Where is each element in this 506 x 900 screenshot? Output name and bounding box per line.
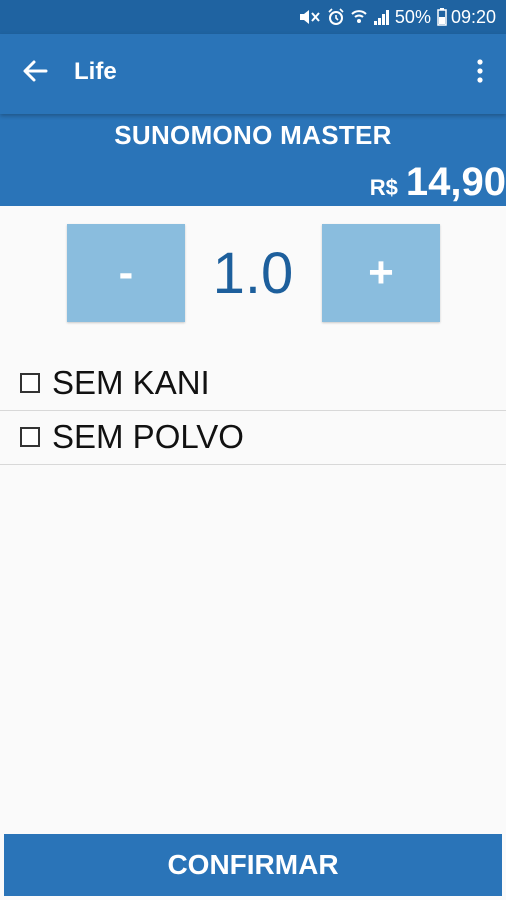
checkbox-sem-polvo[interactable] [20,427,40,447]
product-name: SUNOMONO MASTER [114,120,392,150]
option-row-sem-kani[interactable]: SEM KANI [0,356,506,411]
checkbox-sem-kani[interactable] [20,373,40,393]
status-bar: 50% 09:20 [0,0,506,34]
price-value: 14,90 [405,160,506,204]
battery-percent: 50% [394,6,431,27]
back-button[interactable] [18,56,52,90]
option-label: SEM KANI [52,364,210,401]
increase-quantity-button[interactable]: + [322,224,440,322]
price-currency: R$ [369,175,398,200]
decrease-quantity-button[interactable]: - [67,224,185,322]
signal-icon [373,9,391,25]
price: R$ 14,90 [370,160,506,205]
clock: 09:20 [450,6,496,27]
option-row-sem-polvo[interactable]: SEM POLVO [0,410,506,465]
product-header: SUNOMONO MASTER R$ 14,90 [0,114,506,206]
overflow-menu-button[interactable] [468,56,492,90]
wifi-icon [351,9,367,25]
mute-icon [299,9,321,25]
app-bar: Life [0,34,506,114]
back-arrow-icon [22,59,48,88]
battery-icon [437,8,447,26]
quantity-value: 1.0 [212,240,294,306]
app-title: Life [74,58,117,85]
confirm-button[interactable]: CONFIRMAR [4,834,502,896]
alarm-icon [327,8,345,26]
more-vert-icon [477,58,483,88]
option-label: SEM POLVO [52,418,244,455]
